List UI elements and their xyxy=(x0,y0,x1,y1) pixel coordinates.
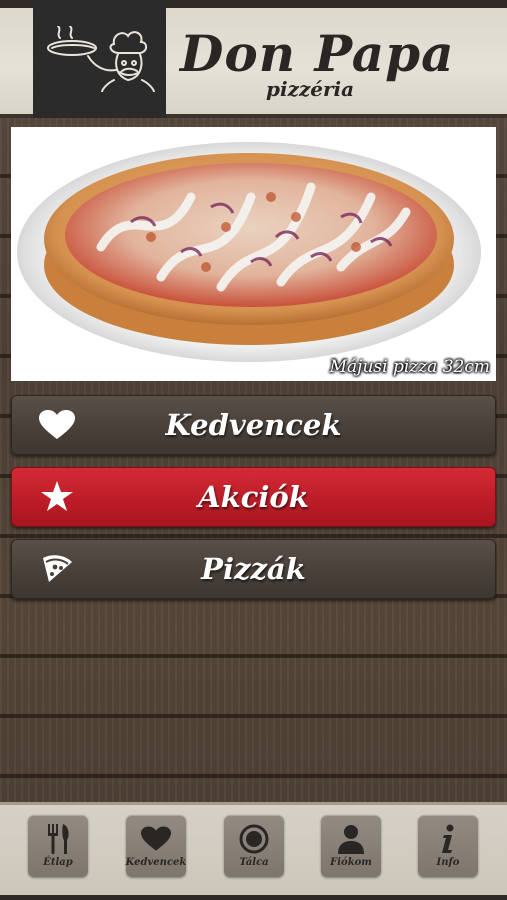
info-icon xyxy=(432,823,464,855)
brand-name: Don Papa xyxy=(180,24,455,83)
tab-kedvencek[interactable]: Kedvencek xyxy=(126,815,186,877)
hero-caption: Májusi pizza 32cm xyxy=(329,357,490,377)
pizza-slice-icon xyxy=(38,554,76,584)
tab-fiokom[interactable]: Fiókom xyxy=(321,815,381,877)
brand-subtitle: pizzéria xyxy=(266,77,355,101)
menu-button-pizzak[interactable]: Pizzák xyxy=(11,539,496,599)
tab-info[interactable]: Info xyxy=(418,815,478,877)
pizza-photo xyxy=(17,142,481,362)
star-icon xyxy=(38,481,76,512)
menu-label: Pizzák xyxy=(201,552,306,586)
tray-icon xyxy=(238,823,270,855)
tab-label: Étlap xyxy=(43,857,73,868)
chef-logo-icon[interactable] xyxy=(33,0,166,118)
app-header: Don Papa pizzéria xyxy=(0,0,507,118)
bottom-tab-bar: Étlap Kedvencek Tálca Fiókom Info xyxy=(0,802,507,900)
user-icon xyxy=(335,823,367,855)
heart-icon xyxy=(140,823,172,855)
tab-label: Tálca xyxy=(239,857,269,868)
heart-icon xyxy=(38,410,76,440)
menu-label: Akciók xyxy=(198,480,309,514)
tab-label: Info xyxy=(436,857,460,868)
tab-etlap[interactable]: Étlap xyxy=(28,815,88,877)
fork-knife-icon xyxy=(42,823,74,855)
tab-label: Fiókom xyxy=(330,857,372,868)
menu-button-kedvencek[interactable]: Kedvencek xyxy=(11,395,496,455)
tab-talca[interactable]: Tálca xyxy=(224,815,284,877)
tab-label: Kedvencek xyxy=(125,857,187,868)
brand-title: Don Papa pizzéria xyxy=(180,26,480,106)
menu-label: Kedvencek xyxy=(165,408,342,442)
menu-button-akciok[interactable]: Akciók xyxy=(11,467,496,527)
hero-banner[interactable]: Májusi pizza 32cm xyxy=(11,127,496,381)
